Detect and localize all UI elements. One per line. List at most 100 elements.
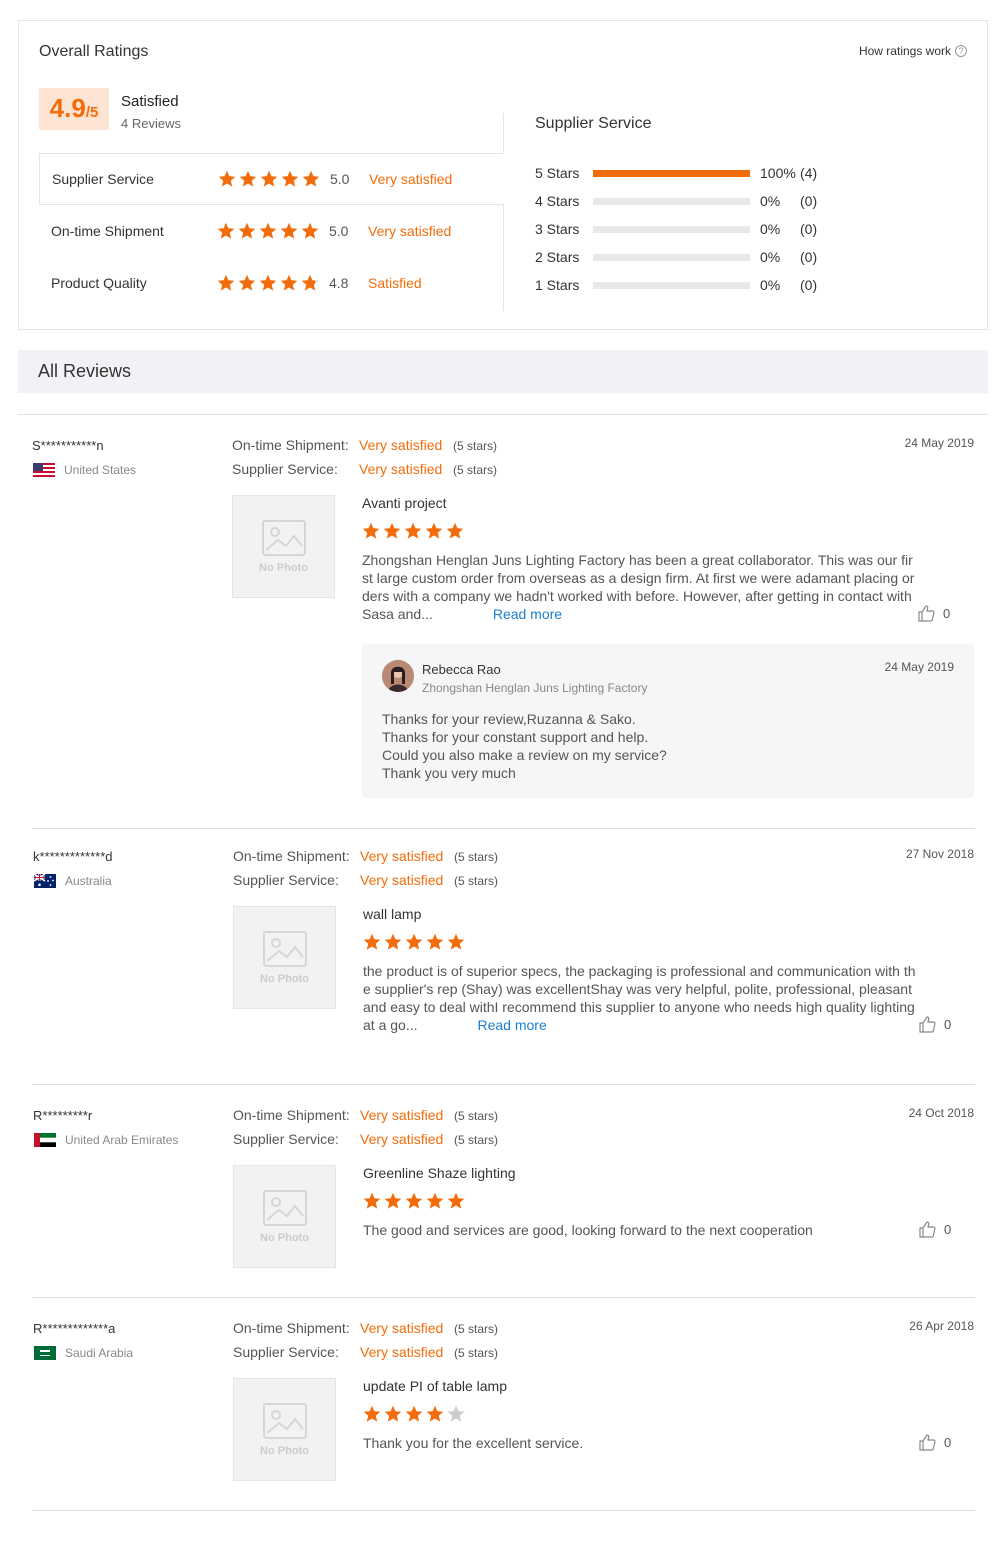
image-placeholder-icon bbox=[261, 519, 306, 556]
overall-score-max: /5 bbox=[85, 104, 99, 121]
reply-line: Could you also make a review on my servi… bbox=[382, 747, 667, 763]
category-row-on-time-shipment[interactable]: On-time Shipment 5.0 Very satisfied bbox=[39, 205, 504, 257]
reviewer-name: k*************d bbox=[33, 849, 113, 864]
star-icon bbox=[259, 222, 277, 239]
image-placeholder-icon bbox=[262, 930, 307, 967]
review-body: Thank you for the excellent service. bbox=[363, 1434, 919, 1452]
shipment-value: Very satisfied bbox=[360, 1320, 444, 1336]
divider bbox=[32, 828, 975, 829]
star-icon bbox=[384, 1405, 402, 1422]
review-date: 24 Oct 2018 bbox=[908, 1106, 974, 1120]
review-stars bbox=[362, 1405, 466, 1423]
distribution-count: (0) bbox=[800, 277, 818, 293]
image-placeholder-icon bbox=[262, 1189, 307, 1226]
distribution-row: 3 Stars 0% (0) bbox=[535, 219, 840, 239]
category-stars bbox=[216, 222, 320, 240]
like-count: 0 bbox=[944, 1222, 952, 1237]
reply-line: Thanks for your constant support and hel… bbox=[382, 729, 649, 745]
country-name: United Arab Emirates bbox=[65, 1133, 179, 1147]
reviews-count: 4 Reviews bbox=[121, 116, 181, 131]
like-button[interactable]: 0 bbox=[919, 1016, 951, 1033]
review-title: Avanti project bbox=[362, 495, 447, 511]
category-row-supplier-service[interactable]: Supplier Service 5.0 Very satisfied bbox=[39, 153, 504, 205]
star-icon bbox=[447, 933, 465, 950]
country-name: Australia bbox=[65, 874, 112, 888]
star-icon bbox=[405, 1405, 423, 1422]
overall-score-badge: 4.9 /5 bbox=[39, 88, 109, 130]
avatar bbox=[382, 660, 414, 692]
distribution-label: 2 Stars bbox=[535, 249, 580, 265]
distribution-count: (0) bbox=[800, 221, 818, 237]
divider bbox=[32, 1297, 975, 1298]
star-icon bbox=[301, 222, 319, 239]
review-title: update PI of table lamp bbox=[363, 1378, 507, 1394]
distribution-count: (4) bbox=[800, 165, 818, 181]
saudi-arabia-flag-icon bbox=[34, 1346, 56, 1360]
service-value: Very satisfied bbox=[360, 872, 444, 888]
review-body: Zhongshan Henglan Juns Lighting Factory … bbox=[362, 551, 918, 623]
reviewer-country: United Arab Emirates bbox=[34, 1133, 178, 1147]
star-icon bbox=[239, 170, 257, 187]
image-placeholder-icon bbox=[262, 1402, 307, 1439]
shipment-stars: (5 stars) bbox=[454, 1109, 499, 1123]
read-more-link[interactable]: Read more bbox=[477, 1017, 546, 1033]
reviewer-country: Saudi Arabia bbox=[34, 1346, 133, 1360]
review-stars bbox=[362, 933, 466, 951]
thumbs-up-icon bbox=[919, 1016, 936, 1033]
review-title: Greenline Shaze lighting bbox=[363, 1165, 516, 1181]
star-icon bbox=[363, 1192, 381, 1209]
divider bbox=[18, 414, 988, 415]
distribution-percent: 100% bbox=[760, 165, 796, 181]
country-name: Saudi Arabia bbox=[65, 1346, 134, 1360]
read-more-link[interactable]: Read more bbox=[493, 606, 562, 622]
how-ratings-work-link[interactable]: How ratings work ? bbox=[859, 44, 967, 58]
all-reviews-header: All Reviews bbox=[18, 350, 988, 393]
uae-flag-icon bbox=[34, 1133, 56, 1147]
review-stars bbox=[361, 522, 465, 540]
distribution-row: 5 Stars 100% (4) bbox=[535, 163, 840, 183]
star-icon bbox=[426, 1192, 444, 1209]
review-date: 24 May 2019 bbox=[904, 436, 974, 450]
like-count: 0 bbox=[944, 1435, 952, 1450]
question-icon: ? bbox=[955, 45, 967, 57]
distribution-percent: 0% bbox=[760, 249, 781, 265]
no-photo-label: No Photo bbox=[260, 1231, 309, 1244]
distribution-row: 4 Stars 0% (0) bbox=[535, 191, 840, 211]
star-icon bbox=[238, 222, 256, 239]
star-icon bbox=[363, 1405, 381, 1422]
reply-company: Zhongshan Henglan Juns Lighting Factory bbox=[422, 681, 648, 695]
category-stars bbox=[217, 170, 321, 188]
distribution-count: (0) bbox=[800, 193, 818, 209]
category-label: Very satisfied bbox=[368, 223, 452, 239]
country-name: United States bbox=[64, 463, 137, 477]
reply-date: 24 May 2019 bbox=[884, 660, 954, 674]
star-icon bbox=[447, 1405, 465, 1422]
shipment-label: On-time Shipment: bbox=[233, 848, 350, 864]
divider bbox=[32, 1084, 975, 1085]
category-label: Very satisfied bbox=[369, 171, 453, 187]
star-icon bbox=[238, 274, 256, 291]
thumbs-up-icon bbox=[918, 605, 935, 622]
category-row-product-quality[interactable]: Product Quality 4.8 Satisfied bbox=[39, 257, 504, 309]
reviewer-name: S***********n bbox=[32, 438, 104, 453]
reviewer-name: R*************a bbox=[33, 1321, 116, 1336]
distribution-count: (0) bbox=[800, 249, 818, 265]
like-count: 0 bbox=[944, 1017, 952, 1032]
no-photo-placeholder: No Photo bbox=[232, 495, 335, 598]
review-date: 26 Apr 2018 bbox=[909, 1319, 974, 1333]
star-icon bbox=[363, 933, 381, 950]
service-stars: (5 stars) bbox=[454, 874, 499, 888]
reply-message: Thanks for your review,Ruzanna & Sako. T… bbox=[382, 710, 667, 782]
like-button[interactable]: 0 bbox=[918, 605, 950, 622]
like-button[interactable]: 0 bbox=[919, 1434, 951, 1451]
distribution-label: 4 Stars bbox=[535, 193, 580, 209]
like-count: 0 bbox=[943, 606, 951, 621]
star-icon bbox=[302, 170, 320, 187]
service-label: Supplier Service: bbox=[233, 1131, 339, 1147]
star-icon bbox=[259, 274, 277, 291]
category-score: 4.8 bbox=[329, 275, 349, 291]
service-value: Very satisfied bbox=[360, 1344, 444, 1360]
service-label: Supplier Service: bbox=[233, 872, 339, 888]
like-button[interactable]: 0 bbox=[919, 1221, 951, 1238]
star-icon bbox=[405, 1192, 423, 1209]
